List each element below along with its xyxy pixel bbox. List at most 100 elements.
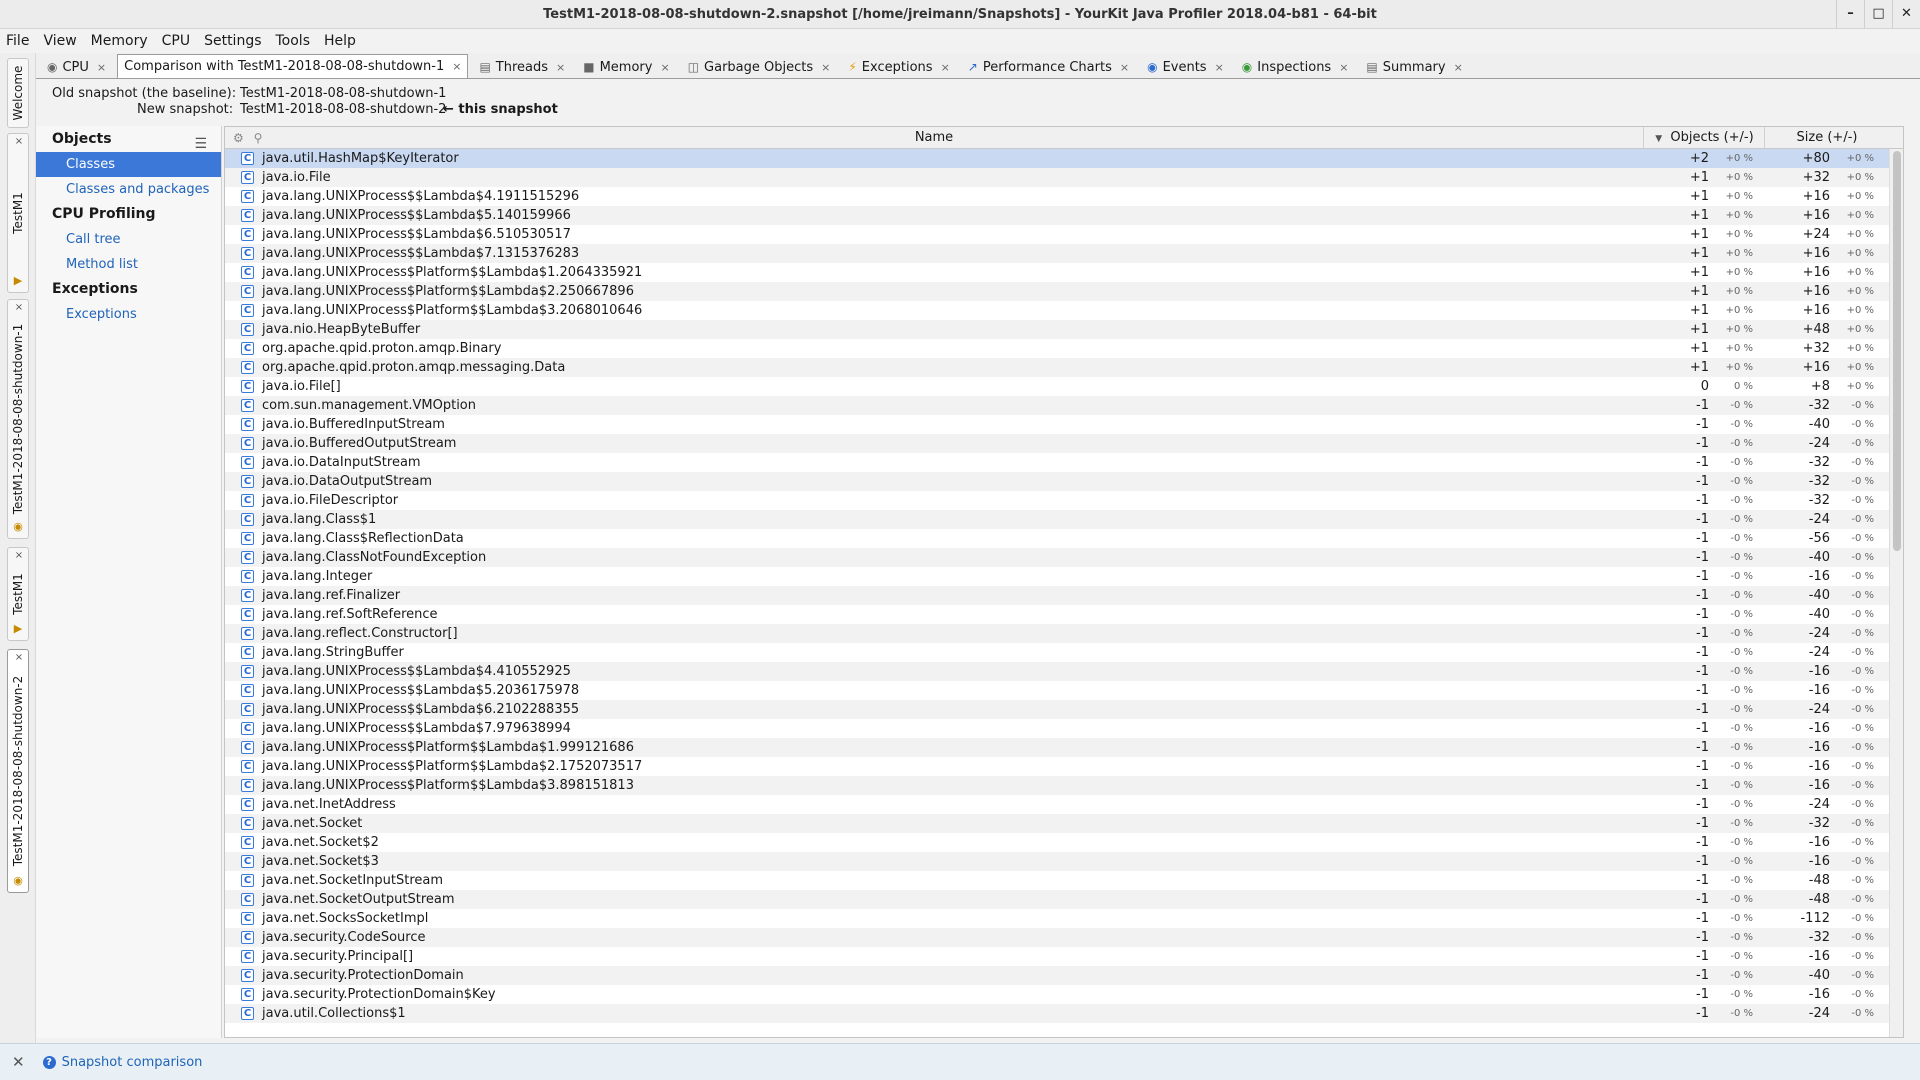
- table-row[interactable]: Cjava.lang.Integer -1 -0 % -16 -0 %: [225, 567, 1903, 586]
- tab-memory[interactable]: ■ Memory ×: [576, 56, 676, 78]
- table-row[interactable]: Cjava.util.HashMap$KeyIterator +2 +0 % +80 +…: [225, 149, 1903, 168]
- table-row[interactable]: Cjava.net.SocketOutputStream -1 -0 % -48 -0 …: [225, 890, 1903, 909]
- table-row[interactable]: Cjava.net.SocketInputStream -1 -0 % -48 -0 %: [225, 871, 1903, 890]
- nav-call-tree[interactable]: Call tree: [36, 227, 221, 252]
- table-row[interactable]: Cjava.lang.Class$1 -1 -0 % -24 -0 %: [225, 510, 1903, 529]
- table-row[interactable]: Cjava.lang.UNIXProcess$$Lambda$4.4105529…: [225, 662, 1903, 681]
- nav-classes-and-packages[interactable]: Classes and packages: [36, 177, 221, 202]
- table-row[interactable]: Cjava.security.ProtectionDomain -1 -0 % -40…: [225, 966, 1903, 985]
- column-size[interactable]: Size (+/-): [1766, 127, 1888, 149]
- tab-inspections[interactable]: ◉ Inspections ×: [1235, 56, 1356, 78]
- menu-file[interactable]: File: [6, 33, 29, 49]
- close-icon[interactable]: ×: [1454, 61, 1463, 74]
- table-row[interactable]: Cjava.lang.Class$ReflectionData -1 -0 % -56…: [225, 529, 1903, 548]
- close-icon[interactable]: ×: [452, 60, 461, 73]
- tab-exceptions[interactable]: ⚡ Exceptions ×: [841, 56, 956, 78]
- column-objects[interactable]: ▼ Objects (+/-): [1645, 127, 1765, 149]
- minimize-button[interactable]: –: [1836, 0, 1864, 29]
- table-row[interactable]: Cjava.lang.ref.Finalizer -1 -0 % -40 -0 %: [225, 586, 1903, 605]
- menu-memory[interactable]: Memory: [91, 33, 148, 49]
- table-row[interactable]: Cjava.net.InetAddress -1 -0 % -24 -0 %: [225, 795, 1903, 814]
- close-icon[interactable]: ×: [97, 61, 106, 74]
- table-row[interactable]: Cjava.lang.UNIXProcess$$Lambda$5.1401599…: [225, 206, 1903, 225]
- table-row[interactable]: Cjava.io.FileDescriptor -1 -0 % -32 -0 %: [225, 491, 1903, 510]
- close-icon[interactable]: ×: [8, 550, 30, 561]
- table-row[interactable]: Cjava.lang.UNIXProcess$Platform$$Lambda$…: [225, 738, 1903, 757]
- table-row[interactable]: Cjava.lang.UNIXProcess$Platform$$Lambda$…: [225, 263, 1903, 282]
- maximize-button[interactable]: □: [1864, 0, 1892, 29]
- table-row[interactable]: Cjava.lang.UNIXProcess$Platform$$Lambda$…: [225, 301, 1903, 320]
- tab-threads[interactable]: ▤ Threads ×: [472, 56, 572, 78]
- table-row[interactable]: Cjava.nio.HeapByteBuffer +1 +0 % +48 +0 %: [225, 320, 1903, 339]
- side-tab-testm1[interactable]: × TestM1 ▶: [7, 133, 29, 293]
- table-row[interactable]: Cjava.io.File[] 0 0 % +8 +0 %: [225, 377, 1903, 396]
- table-row[interactable]: Cjava.security.CodeSource -1 -0 % -32 -0 %: [225, 928, 1903, 947]
- snapshot-comparison-link[interactable]: ? Snapshot comparison: [42, 1055, 202, 1070]
- table-row[interactable]: Cjava.lang.UNIXProcess$$Lambda$7.9796389…: [225, 719, 1903, 738]
- table-row[interactable]: Cjava.lang.UNIXProcess$Platform$$Lambda$…: [225, 757, 1903, 776]
- close-icon[interactable]: ×: [1120, 61, 1129, 74]
- table-row[interactable]: Cjava.lang.UNIXProcess$$Lambda$5.2036175…: [225, 681, 1903, 700]
- vertical-scrollbar[interactable]: [1889, 149, 1903, 1037]
- scrollbar-thumb[interactable]: [1893, 151, 1901, 551]
- close-icon[interactable]: ×: [8, 302, 30, 313]
- gear-icon[interactable]: ⚙: [233, 131, 244, 145]
- nav-method-list[interactable]: Method list: [36, 252, 221, 277]
- search-icon[interactable]: ⚲: [254, 131, 263, 145]
- table-row[interactable]: Cjava.lang.UNIXProcess$Platform$$Lambda$…: [225, 776, 1903, 795]
- tab-performance-charts[interactable]: ↗ Performance Charts ×: [961, 56, 1136, 78]
- table-row[interactable]: Cjava.security.ProtectionDomain$Key -1 -0 …: [225, 985, 1903, 1004]
- table-row[interactable]: Cjava.lang.reflect.Constructor[] -1 -0 % -2…: [225, 624, 1903, 643]
- close-icon[interactable]: ×: [556, 61, 565, 74]
- close-icon[interactable]: ×: [8, 652, 30, 663]
- table-row[interactable]: Cjava.net.SocksSocketImpl -1 -0 % -112 -0 %: [225, 909, 1903, 928]
- menu-help[interactable]: Help: [324, 33, 356, 49]
- table-row[interactable]: Cjava.net.Socket -1 -0 % -32 -0 %: [225, 814, 1903, 833]
- side-tab-testm1-2[interactable]: × TestM1 ▶: [7, 547, 29, 641]
- table-row[interactable]: Cjava.net.Socket$2 -1 -0 % -16 -0 %: [225, 833, 1903, 852]
- close-icon[interactable]: ×: [941, 61, 950, 74]
- table-row[interactable]: Ccom.sun.management.VMOption -1 -0 % -32 -0 …: [225, 396, 1903, 415]
- close-icon[interactable]: ×: [660, 61, 669, 74]
- side-tab-shutdown-1[interactable]: × TestM1-2018-08-08-shutdown-1 ◉: [7, 299, 29, 539]
- close-icon[interactable]: ×: [1215, 61, 1224, 74]
- table-row[interactable]: Corg.apache.qpid.proton.amqp.messaging.D…: [225, 358, 1903, 377]
- close-icon[interactable]: ×: [8, 136, 30, 147]
- close-icon[interactable]: ×: [1339, 61, 1348, 74]
- menu-cpu[interactable]: CPU: [162, 33, 190, 49]
- tab-summary[interactable]: ▤ Summary ×: [1359, 56, 1469, 78]
- side-tab-welcome[interactable]: Welcome: [7, 58, 29, 128]
- table-row[interactable]: Cjava.lang.UNIXProcess$$Lambda$6.2102288…: [225, 700, 1903, 719]
- nav-classes[interactable]: Classes: [36, 152, 221, 177]
- table-row[interactable]: Cjava.lang.UNIXProcess$$Lambda$4.1911515…: [225, 187, 1903, 206]
- tab-cpu[interactable]: ◉ CPU ×: [40, 56, 113, 78]
- table-row[interactable]: Cjava.lang.UNIXProcess$$Lambda$7.1315376…: [225, 244, 1903, 263]
- close-icon[interactable]: ✕: [12, 1053, 25, 1071]
- table-row[interactable]: Cjava.security.Principal[] -1 -0 % -16 -0 %: [225, 947, 1903, 966]
- side-tab-shutdown-2[interactable]: × TestM1-2018-08-08-shutdown-2 ◉: [7, 649, 29, 893]
- table-row[interactable]: Cjava.io.DataInputStream -1 -0 % -32 -0 %: [225, 453, 1903, 472]
- table-row[interactable]: Cjava.lang.UNIXProcess$$Lambda$6.5105305…: [225, 225, 1903, 244]
- table-row[interactable]: Cjava.io.DataOutputStream -1 -0 % -32 -0 %: [225, 472, 1903, 491]
- menu-settings[interactable]: Settings: [204, 33, 261, 49]
- tab-garbage-objects[interactable]: ◫ Garbage Objects ×: [681, 56, 838, 78]
- table-row[interactable]: Cjava.io.BufferedOutputStream -1 -0 % -24 -0…: [225, 434, 1903, 453]
- table-row[interactable]: Corg.apache.qpid.proton.amqp.Binary +1 +0 …: [225, 339, 1903, 358]
- table-row[interactable]: Cjava.lang.ClassNotFoundException -1 -0 % -…: [225, 548, 1903, 567]
- table-row[interactable]: Cjava.lang.StringBuffer -1 -0 % -24 -0 %: [225, 643, 1903, 662]
- menu-tools[interactable]: Tools: [276, 33, 311, 49]
- table-row[interactable]: Cjava.util.Collections$1 -1 -0 % -24 -0 %: [225, 1004, 1903, 1023]
- column-name[interactable]: Name: [225, 127, 1644, 149]
- tab-events[interactable]: ◉ Events ×: [1140, 56, 1231, 78]
- menu-view[interactable]: View: [43, 33, 76, 49]
- table-row[interactable]: Cjava.io.BufferedInputStream -1 -0 % -40 -0 …: [225, 415, 1903, 434]
- table-row[interactable]: Cjava.lang.UNIXProcess$Platform$$Lambda$…: [225, 282, 1903, 301]
- tab-comparison[interactable]: Comparison with TestM1-2018-08-08-shutdo…: [117, 54, 469, 78]
- nav-exceptions[interactable]: Exceptions: [36, 302, 221, 327]
- close-icon[interactable]: ×: [821, 61, 830, 74]
- table-row[interactable]: Cjava.net.Socket$3 -1 -0 % -16 -0 %: [225, 852, 1903, 871]
- table-row[interactable]: Cjava.lang.ref.SoftReference -1 -0 % -40 -0 …: [225, 605, 1903, 624]
- table-row[interactable]: Cjava.io.File +1 +0 % +32 +0 %: [225, 168, 1903, 187]
- close-window-button[interactable]: ✕: [1892, 0, 1920, 29]
- hamburger-menu-icon[interactable]: ☰: [194, 131, 207, 157]
